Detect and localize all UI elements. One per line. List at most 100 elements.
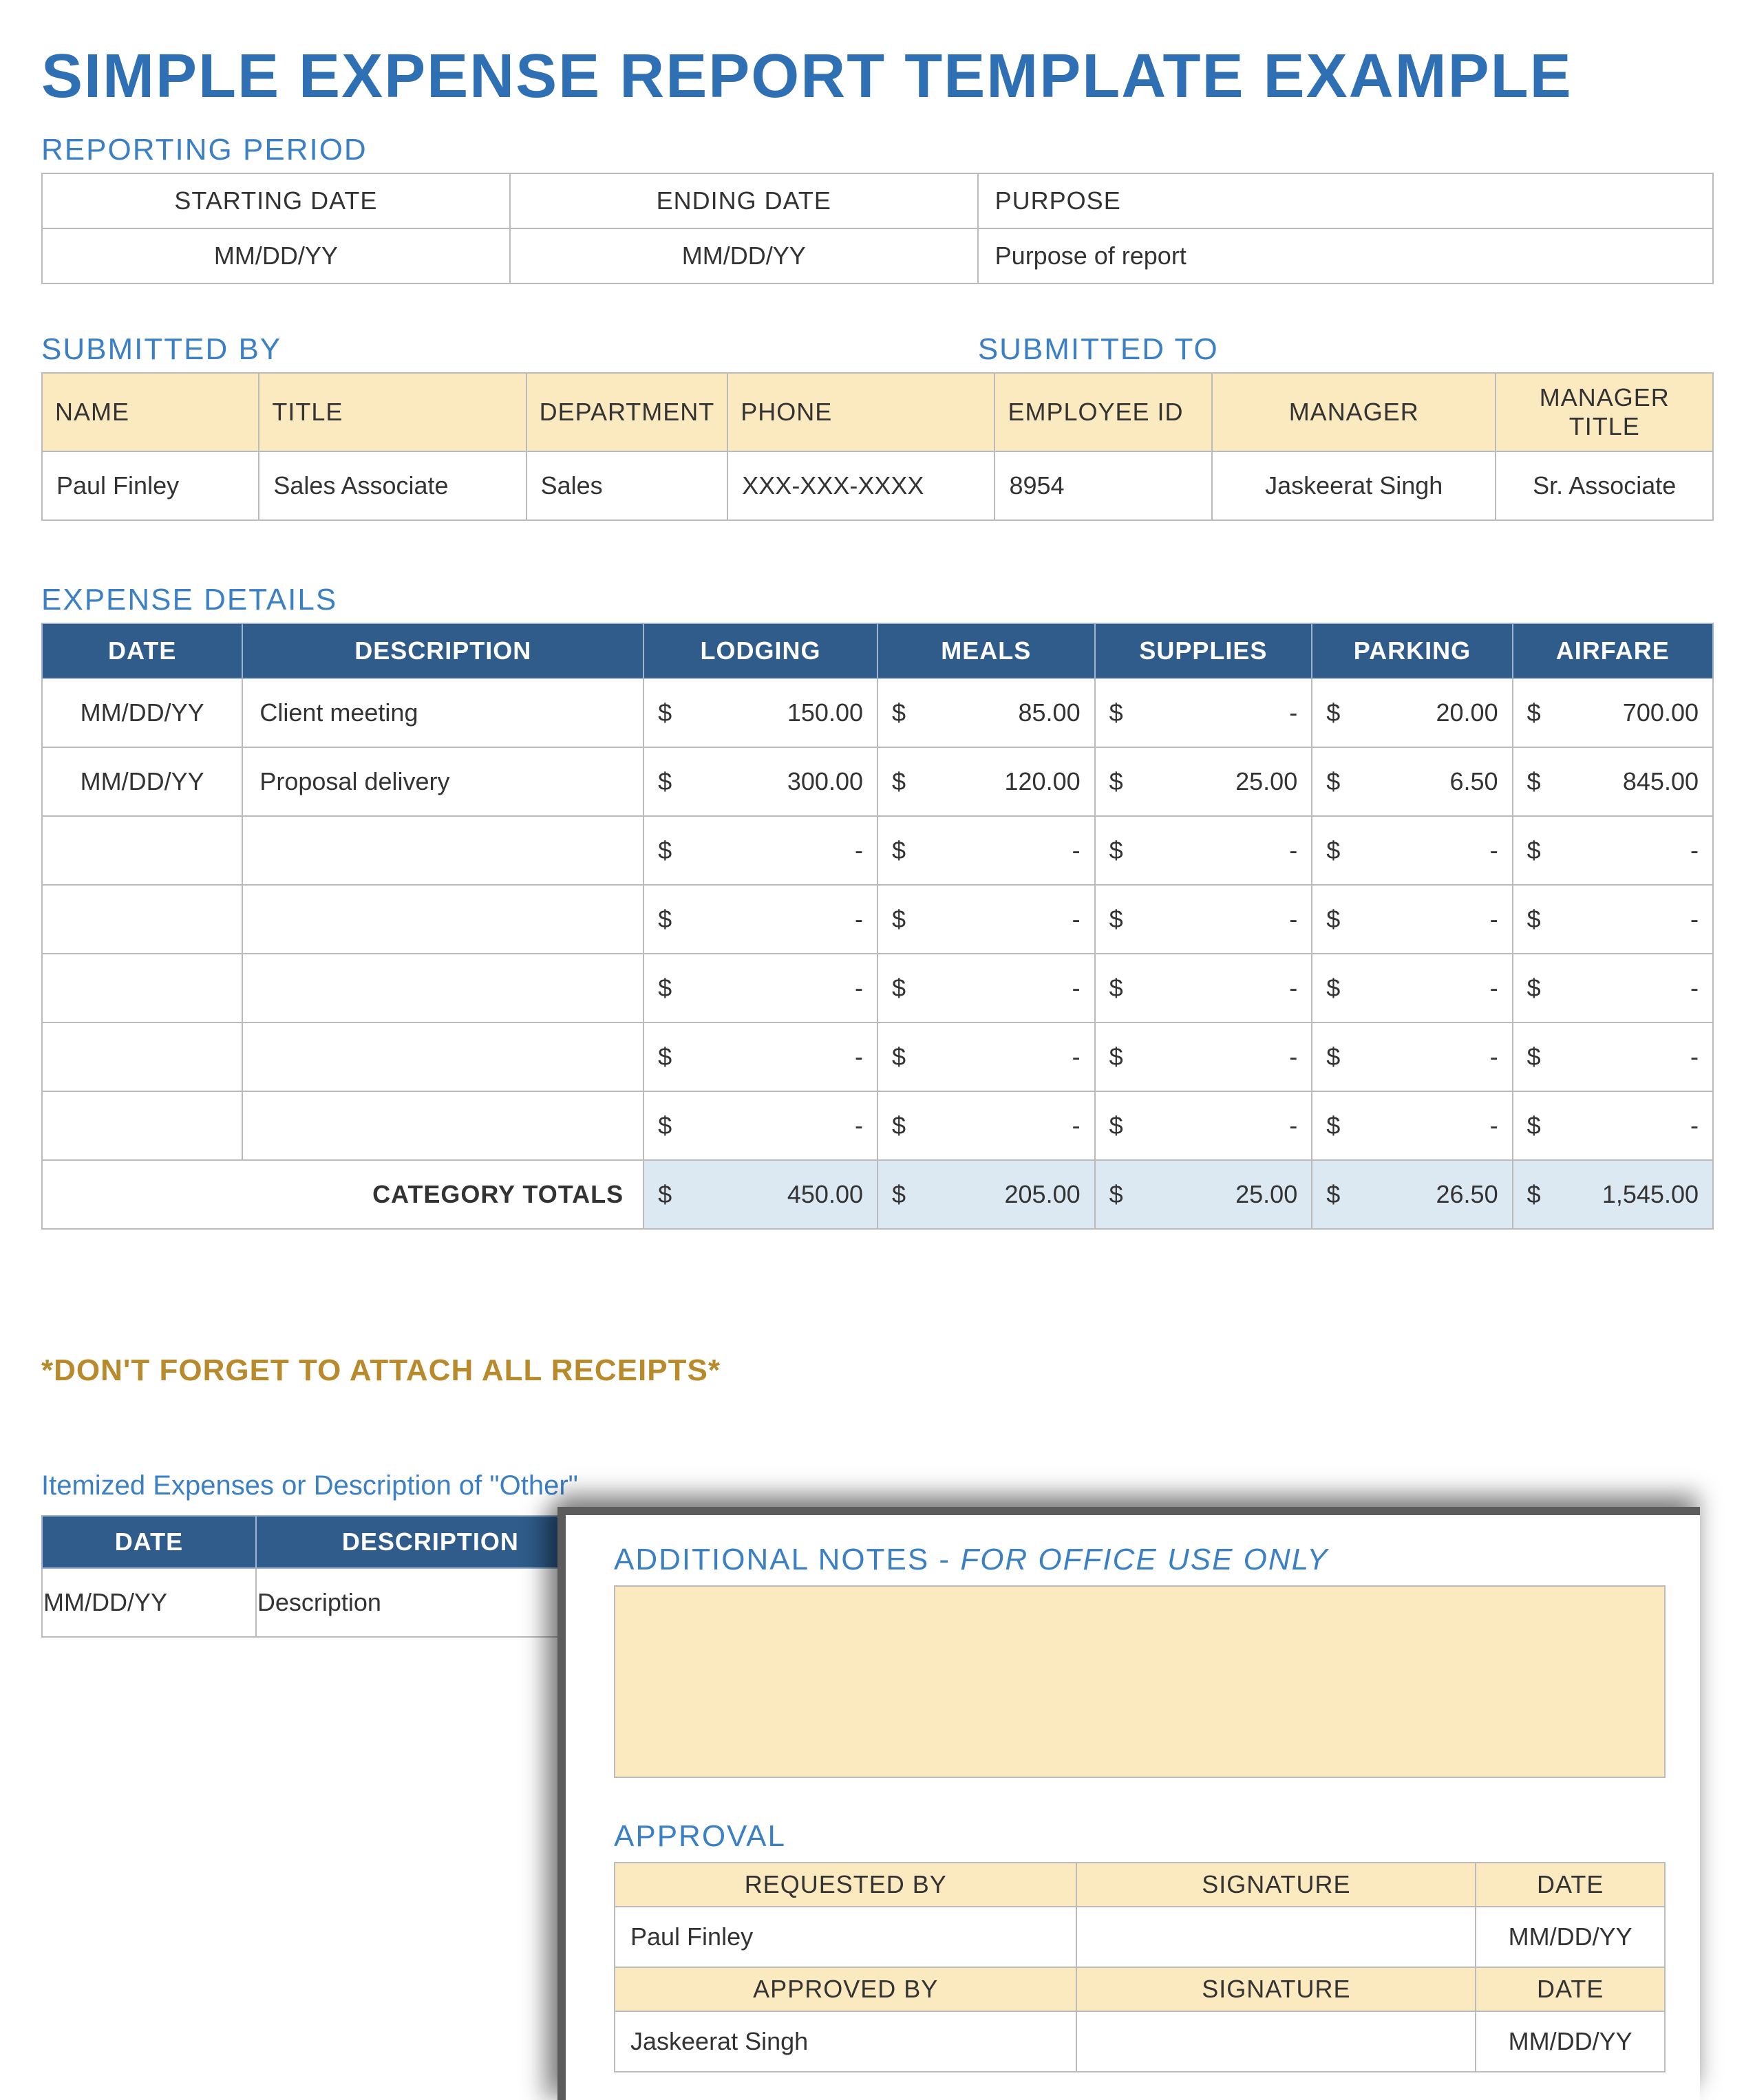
expense-meals[interactable]: $- (878, 885, 1095, 954)
expense-parking[interactable]: $- (1312, 954, 1512, 1022)
reporting-start-value[interactable]: MM/DD/YY (42, 228, 510, 283)
expense-h-lodging: LODGING (644, 623, 878, 678)
approval-h-sig2: SIGNATURE (1076, 1967, 1476, 2011)
submitted-v-empid[interactable]: 8954 (994, 451, 1212, 520)
expense-date[interactable] (42, 816, 242, 885)
expense-meals[interactable]: $- (878, 816, 1095, 885)
expense-lodging[interactable]: $- (644, 1091, 878, 1160)
approval-date1[interactable]: MM/DD/YY (1476, 1907, 1665, 1967)
total-airfare: $1,545.00 (1513, 1160, 1713, 1229)
expense-date[interactable]: MM/DD/YY (42, 747, 242, 816)
expense-row: MM/DD/YYProposal delivery$300.00$120.00$… (42, 747, 1713, 816)
approval-approved-by[interactable]: Jaskeerat Singh (615, 2011, 1076, 2072)
expense-lodging[interactable]: $- (644, 954, 878, 1022)
expense-date[interactable] (42, 885, 242, 954)
submitted-v-dept[interactable]: Sales (526, 451, 728, 520)
expense-supplies[interactable]: $25.00 (1095, 747, 1312, 816)
expense-desc[interactable] (242, 1091, 644, 1160)
expense-desc[interactable] (242, 816, 644, 885)
expense-row: $-$-$-$-$- (42, 954, 1713, 1022)
expense-date[interactable] (42, 1022, 242, 1091)
expense-desc[interactable] (242, 1022, 644, 1091)
submitted-to-label: SUBMITTED TO (978, 332, 1714, 367)
total-lodging: $450.00 (644, 1160, 878, 1229)
expense-meals[interactable]: $- (878, 1091, 1095, 1160)
expense-parking[interactable]: $- (1312, 885, 1512, 954)
reporting-start-header: STARTING DATE (42, 173, 510, 228)
expense-lodging[interactable]: $150.00 (644, 678, 878, 747)
submitted-v-mgr[interactable]: Jaskeerat Singh (1212, 451, 1496, 520)
expense-row: $-$-$-$-$- (42, 816, 1713, 885)
expense-airfare[interactable]: $- (1513, 1091, 1713, 1160)
expense-row: MM/DD/YYClient meeting$150.00$85.00$-$20… (42, 678, 1713, 747)
itemized-table: DATE DESCRIPTION MM/DD/YY Description (41, 1515, 606, 1638)
receipts-reminder: *DON'T FORGET TO ATTACH ALL RECEIPTS* (41, 1353, 1714, 1388)
approval-date2[interactable]: MM/DD/YY (1476, 2011, 1665, 2072)
expense-meals[interactable]: $120.00 (878, 747, 1095, 816)
expense-h-date: DATE (42, 623, 242, 678)
reporting-end-value[interactable]: MM/DD/YY (510, 228, 978, 283)
expense-parking[interactable]: $- (1312, 1091, 1512, 1160)
approval-sig2[interactable] (1076, 2011, 1476, 2072)
approval-requested-by[interactable]: Paul Finley (615, 1907, 1076, 1967)
itemized-desc[interactable]: Description (256, 1568, 605, 1637)
reporting-purpose-header: PURPOSE (978, 173, 1713, 228)
additional-notes-label: ADDITIONAL NOTES - FOR OFFICE USE ONLY (614, 1543, 1666, 1577)
expense-h-supplies: SUPPLIES (1095, 623, 1312, 678)
submitted-h-empid: EMPLOYEE ID (994, 373, 1212, 451)
expense-date[interactable] (42, 1091, 242, 1160)
submitted-v-mgrt[interactable]: Sr. Associate (1496, 451, 1713, 520)
expense-airfare[interactable]: $- (1513, 1022, 1713, 1091)
itemized-date[interactable]: MM/DD/YY (42, 1568, 256, 1637)
expense-date[interactable] (42, 954, 242, 1022)
approval-sig1[interactable] (1076, 1907, 1476, 1967)
expense-meals[interactable]: $- (878, 1022, 1095, 1091)
expense-meals[interactable]: $- (878, 954, 1095, 1022)
expense-supplies[interactable]: $- (1095, 1022, 1312, 1091)
total-parking: $26.50 (1312, 1160, 1512, 1229)
expense-supplies[interactable]: $- (1095, 954, 1312, 1022)
expense-row: $-$-$-$-$- (42, 1022, 1713, 1091)
reporting-period-table: STARTING DATE ENDING DATE PURPOSE MM/DD/… (41, 173, 1714, 284)
expense-lodging[interactable]: $- (644, 885, 878, 954)
expense-desc[interactable] (242, 954, 644, 1022)
expense-airfare[interactable]: $845.00 (1513, 747, 1713, 816)
expense-parking[interactable]: $- (1312, 816, 1512, 885)
submitted-v-title[interactable]: Sales Associate (259, 451, 526, 520)
additional-notes-box[interactable] (614, 1585, 1666, 1778)
expense-desc[interactable]: Client meeting (242, 678, 644, 747)
expense-lodging[interactable]: $- (644, 816, 878, 885)
expense-h-parking: PARKING (1312, 623, 1512, 678)
expense-airfare[interactable]: $- (1513, 954, 1713, 1022)
expense-meals[interactable]: $85.00 (878, 678, 1095, 747)
page-title: SIMPLE EXPENSE REPORT TEMPLATE EXAMPLE (41, 41, 1714, 112)
expense-h-airfare: AIRFARE (1513, 623, 1713, 678)
expense-airfare[interactable]: $- (1513, 816, 1713, 885)
expense-row: $-$-$-$-$- (42, 1091, 1713, 1160)
itemized-label: Itemized Expenses or Description of "Oth… (41, 1470, 1714, 1501)
expense-supplies[interactable]: $- (1095, 816, 1312, 885)
submitted-h-title: TITLE (259, 373, 526, 451)
expense-parking[interactable]: $6.50 (1312, 747, 1512, 816)
expense-supplies[interactable]: $- (1095, 885, 1312, 954)
expense-details-table: DATEDESCRIPTIONLODGINGMEALSSUPPLIESPARKI… (41, 623, 1714, 1230)
expense-parking[interactable]: $20.00 (1312, 678, 1512, 747)
reporting-purpose-value[interactable]: Purpose of report (978, 228, 1713, 283)
expense-supplies[interactable]: $- (1095, 1091, 1312, 1160)
reporting-period-label: REPORTING PERIOD (41, 133, 1714, 167)
expense-parking[interactable]: $- (1312, 1022, 1512, 1091)
submitted-h-phone: PHONE (727, 373, 994, 451)
office-use-overlay: ADDITIONAL NOTES - FOR OFFICE USE ONLY A… (557, 1507, 1700, 2100)
submitted-v-phone[interactable]: XXX-XXX-XXXX (727, 451, 994, 520)
submitted-h-dept: DEPARTMENT (526, 373, 728, 451)
expense-desc[interactable]: Proposal delivery (242, 747, 644, 816)
expense-details-label: EXPENSE DETAILS (41, 583, 1714, 617)
expense-desc[interactable] (242, 885, 644, 954)
expense-lodging[interactable]: $300.00 (644, 747, 878, 816)
expense-lodging[interactable]: $- (644, 1022, 878, 1091)
expense-date[interactable]: MM/DD/YY (42, 678, 242, 747)
expense-airfare[interactable]: $700.00 (1513, 678, 1713, 747)
expense-supplies[interactable]: $- (1095, 678, 1312, 747)
submitted-v-name[interactable]: Paul Finley (42, 451, 259, 520)
expense-airfare[interactable]: $- (1513, 885, 1713, 954)
